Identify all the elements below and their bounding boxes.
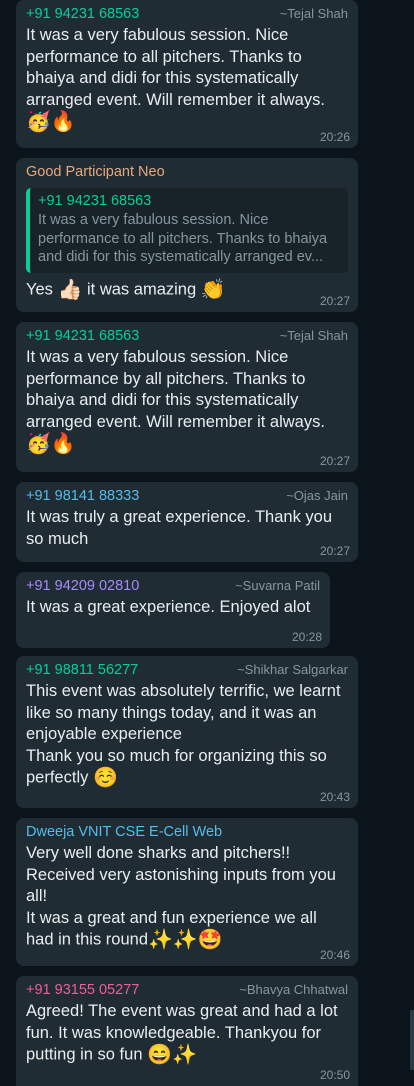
message-body: This event was absolutely terrific, we l…	[26, 682, 341, 787]
sender-phone[interactable]: +91 94209 02810	[26, 578, 139, 594]
party-fire-emoji: 🥳🔥	[26, 111, 76, 133]
sender-phone[interactable]: +91 93155 05277	[26, 982, 139, 998]
sparkles-star-struck-emoji: ✨✨🤩	[148, 929, 223, 951]
message-body: Yes	[26, 279, 58, 298]
sender-alias: ~Shikhar Salgarkar	[237, 662, 348, 677]
message-text: This event was absolutely terrific, we l…	[26, 681, 348, 789]
sender-name[interactable]: Dweeja VNIT CSE E-Cell Web	[26, 824, 222, 840]
message-time: 20:43	[319, 790, 350, 804]
sender-phone[interactable]: +91 94231 68563	[26, 6, 139, 22]
message-bubble[interactable]: +91 98141 88333 ~Ojas Jain It was truly …	[16, 482, 358, 562]
sender-alias: ~Tejal Shah	[279, 328, 348, 343]
scrollbar[interactable]	[410, 1010, 414, 1070]
message-text: It was a great experience. Enjoyed alot	[26, 598, 311, 616]
message-time: 20:27	[319, 294, 350, 308]
sender-alias: ~Ojas Jain	[286, 488, 348, 503]
message-time: 20:26	[319, 130, 350, 144]
message-bubble[interactable]: +91 94231 68563 ~Tejal Shah It was a ver…	[16, 322, 358, 472]
message-bubble[interactable]: +91 98811 56277 ~Shikhar Salgarkar This …	[16, 656, 358, 808]
message-bubble[interactable]: +91 94209 02810 ~Suvarna Patil It was a …	[16, 572, 330, 648]
smiling-face-emoji: ☺️	[92, 767, 118, 789]
message-text: It was a very fabulous session. Nice per…	[26, 347, 348, 455]
quoted-sender: +91 94231 68563	[38, 193, 152, 209]
message-bubble[interactable]: +91 94231 68563 ~Tejal Shah It was a ver…	[16, 0, 358, 148]
quoted-message[interactable]: +91 94231 68563 It was a very fabulous s…	[26, 188, 348, 273]
message-time: 20:46	[319, 948, 350, 962]
party-fire-emoji: 🥳🔥	[26, 433, 76, 455]
sender-alias: ~Tejal Shah	[279, 6, 348, 21]
grinning-sparkles-emoji: 😄✨	[147, 1044, 197, 1066]
message-bubble[interactable]: Dweeja VNIT CSE E-Cell Web Very well don…	[16, 818, 358, 966]
sender-alias: ~Suvarna Patil	[235, 578, 320, 593]
sender-phone[interactable]: +91 98141 88333	[26, 488, 139, 504]
thumbs-up-emoji: 👍🏻	[57, 278, 83, 301]
sender-phone[interactable]: +91 94231 68563	[26, 328, 139, 344]
message-text: It was a very fabulous session. Nice per…	[26, 25, 348, 133]
message-text: Agreed! The event was great and had a lo…	[26, 1001, 348, 1066]
message-time: 20:27	[319, 544, 350, 558]
message-text: Very well done sharks and pitchers!! Rec…	[26, 843, 348, 951]
sender-name[interactable]: Good Participant Neo	[26, 164, 165, 180]
message-body-cont: it was amazing	[82, 279, 201, 298]
sender-alias: ~Bhavya Chhatwal	[239, 982, 348, 997]
quoted-text: It was a very fabulous session. Nice per…	[38, 212, 328, 265]
message-text: Yes 👍🏻 it was amazing 👏	[26, 279, 348, 301]
message-body: It was a very fabulous session. Nice per…	[26, 348, 325, 431]
message-time: 20:50	[319, 1068, 350, 1082]
clapping-emoji: 👏	[200, 278, 226, 301]
message-bubble-reply[interactable]: Good Participant Neo +91 94231 68563 It …	[16, 158, 358, 312]
message-time: 20:28	[291, 630, 322, 644]
message-bubble[interactable]: +91 93155 05277 ~Bhavya Chhatwal Agreed!…	[16, 976, 358, 1086]
message-body: It was a very fabulous session. Nice per…	[26, 26, 325, 109]
message-time: 20:27	[319, 454, 350, 468]
sender-phone[interactable]: +91 98811 56277	[26, 662, 138, 678]
message-text: It was truly a great experience. Thank y…	[26, 508, 337, 548]
